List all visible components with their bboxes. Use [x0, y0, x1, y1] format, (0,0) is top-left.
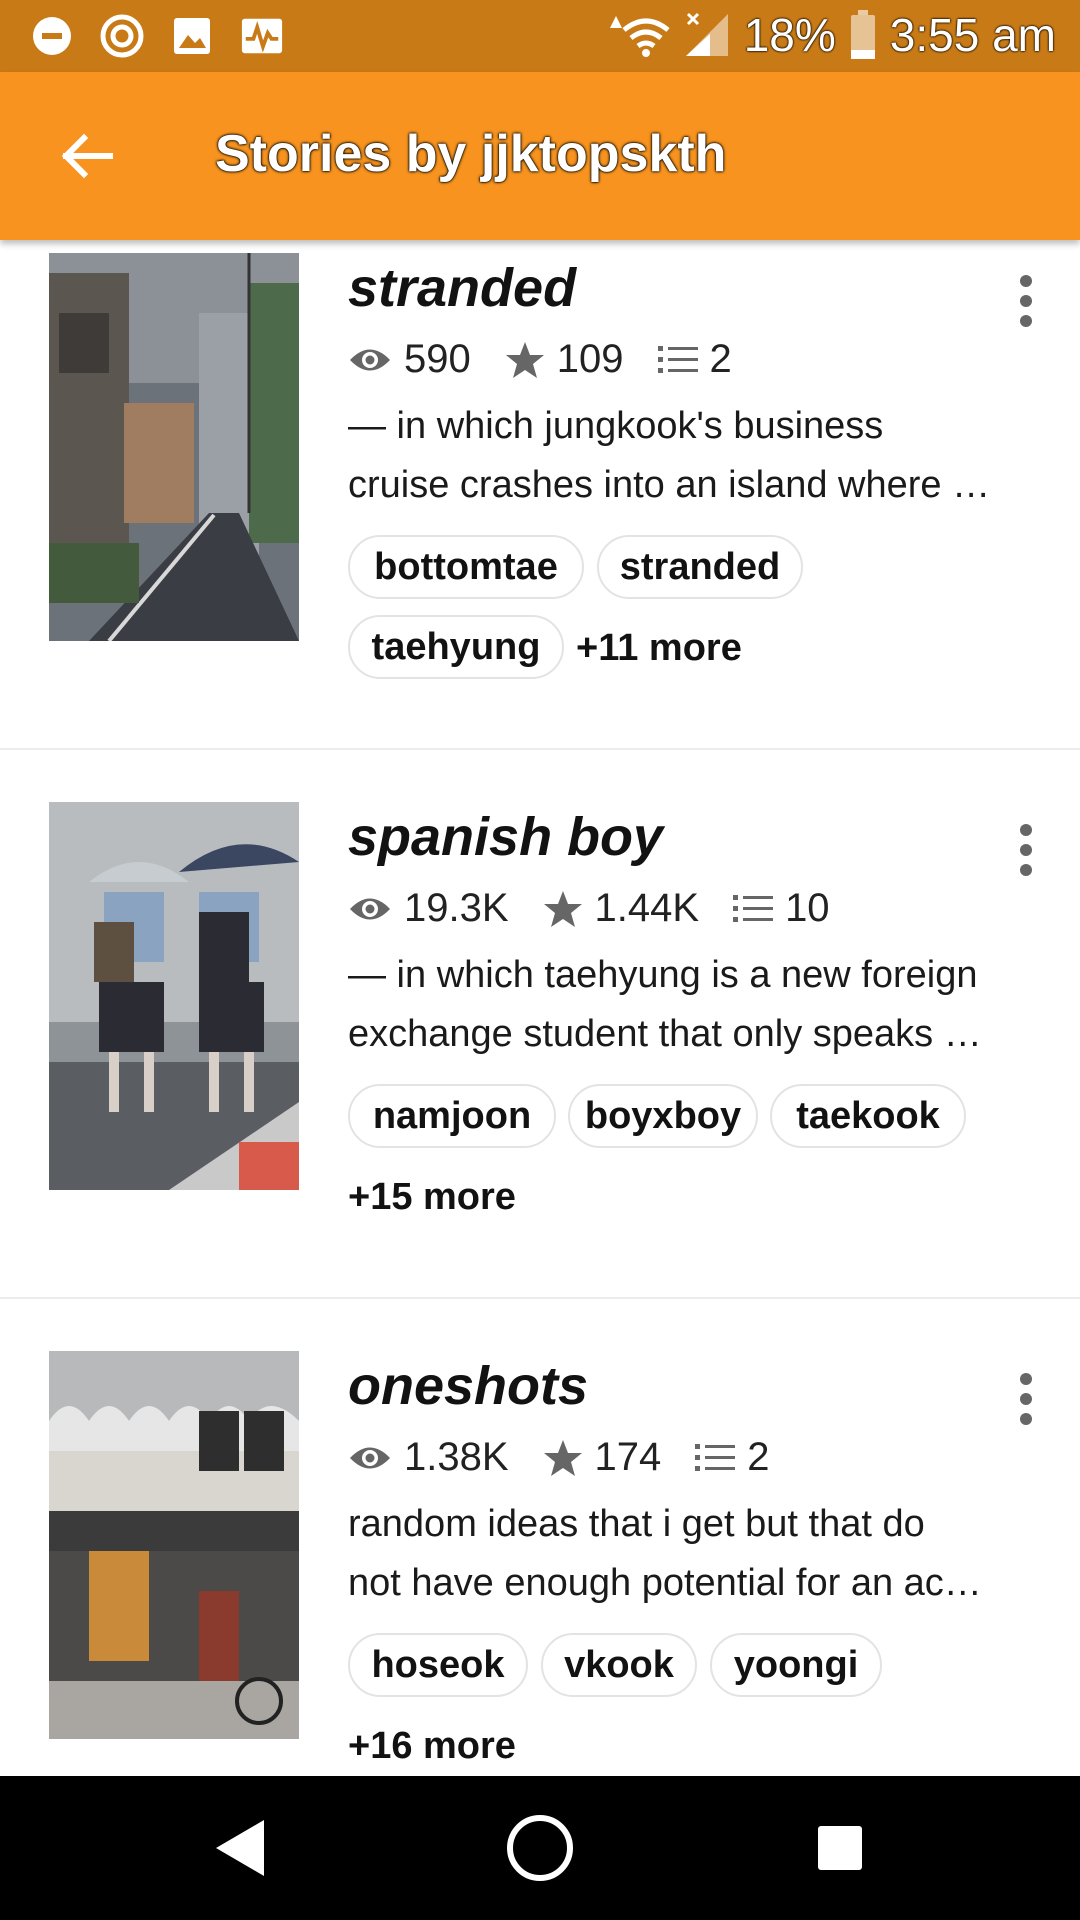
tag-chip[interactable]: yoongi [710, 1633, 882, 1697]
app-bar: Stories by jjktopskth [0, 72, 1080, 240]
story-cover[interactable] [49, 1351, 299, 1739]
votes-count: 174 [594, 1435, 662, 1479]
reads-stat: 19.3K [348, 886, 509, 931]
story-cover[interactable] [49, 253, 299, 641]
signal-icon [685, 12, 728, 56]
story-menu-button[interactable] [1000, 1363, 1052, 1435]
reads-stat: 590 [348, 337, 471, 382]
reads-count: 1.38K [404, 1435, 509, 1479]
list-icon [733, 894, 774, 922]
story-title[interactable]: oneshots [348, 1355, 588, 1417]
story-menu-button[interactable] [1000, 265, 1052, 337]
tag-chip[interactable]: bottomtae [348, 535, 584, 599]
dnd-icon [30, 14, 74, 58]
star-icon [505, 341, 544, 378]
story-description: — in which jungkook's business cruise cr… [348, 405, 991, 506]
story-item[interactable]: oneshots 1.38K 174 2 random ideas that i… [0, 1299, 1080, 1776]
parts-count: 2 [747, 1435, 770, 1479]
status-bar: 18% 3:55 am [0, 0, 1080, 72]
back-button[interactable] [46, 116, 126, 196]
story-description: — in which taehyung is a new foreign exc… [348, 954, 982, 1055]
votes-stat: 174 [543, 1435, 662, 1480]
battery-icon [850, 10, 875, 59]
story-menu-button[interactable] [1000, 814, 1052, 886]
story-title[interactable]: stranded [348, 257, 576, 319]
tag-chip[interactable]: vkook [541, 1633, 697, 1697]
wifi-icon [609, 16, 670, 57]
sync-icon [100, 14, 144, 58]
nav-back-button[interactable] [200, 1808, 280, 1888]
story-list[interactable]: stranded 590 109 2 — in which jungkook's… [0, 240, 1080, 1776]
story-item[interactable]: spanish boy 19.3K 1.44K 10 — in which ta… [0, 750, 1080, 1299]
reads-count: 19.3K [404, 886, 509, 930]
parts-stat: 10 [733, 886, 830, 931]
image-icon [170, 14, 214, 58]
list-icon [657, 345, 698, 373]
tag-chip[interactable]: boyxboy [568, 1084, 758, 1148]
votes-count: 1.44K [594, 886, 700, 930]
more-tags-link[interactable]: +15 more [348, 1176, 516, 1219]
story-cover[interactable] [49, 802, 299, 1190]
back-triangle-icon [216, 1820, 264, 1876]
system-nav-bar [0, 1776, 1080, 1920]
more-tags-link[interactable]: +11 more [576, 627, 742, 670]
parts-stat: 2 [657, 337, 732, 382]
eye-icon [350, 1447, 390, 1468]
parts-count: 10 [785, 886, 830, 930]
tag-chip[interactable]: namjoon [348, 1084, 556, 1148]
story-description: random ideas that i get but that do not … [348, 1503, 982, 1604]
tag-chip[interactable]: taehyung [348, 615, 564, 679]
votes-stat: 1.44K [543, 886, 700, 931]
eye-icon [350, 898, 390, 919]
clock: 3:55 am [889, 9, 1056, 61]
tag-chip[interactable]: taekook [770, 1084, 966, 1148]
tag-chip[interactable]: stranded [597, 535, 803, 599]
home-circle-icon [507, 1815, 573, 1881]
activity-icon [240, 14, 284, 58]
story-title[interactable]: spanish boy [348, 806, 663, 868]
votes-count: 109 [556, 337, 624, 381]
eye-icon [350, 349, 390, 370]
votes-stat: 109 [505, 337, 624, 382]
page-title: Stories by jjktopskth [215, 125, 727, 183]
parts-stat: 2 [695, 1435, 770, 1480]
star-icon [543, 890, 582, 927]
more-tags-link[interactable]: +16 more [348, 1725, 516, 1768]
story-item[interactable]: stranded 590 109 2 — in which jungkook's… [0, 240, 1080, 750]
nav-recents-button[interactable] [800, 1808, 880, 1888]
reads-stat: 1.38K [348, 1435, 509, 1480]
recents-square-icon [818, 1826, 862, 1870]
list-icon [695, 1443, 736, 1471]
parts-count: 2 [709, 337, 732, 381]
tag-chip[interactable]: hoseok [348, 1633, 528, 1697]
arrow-left-icon [61, 133, 113, 179]
battery-percent: 18% [743, 9, 836, 61]
reads-count: 590 [404, 337, 471, 381]
nav-home-button[interactable] [500, 1808, 580, 1888]
star-icon [543, 1439, 582, 1476]
